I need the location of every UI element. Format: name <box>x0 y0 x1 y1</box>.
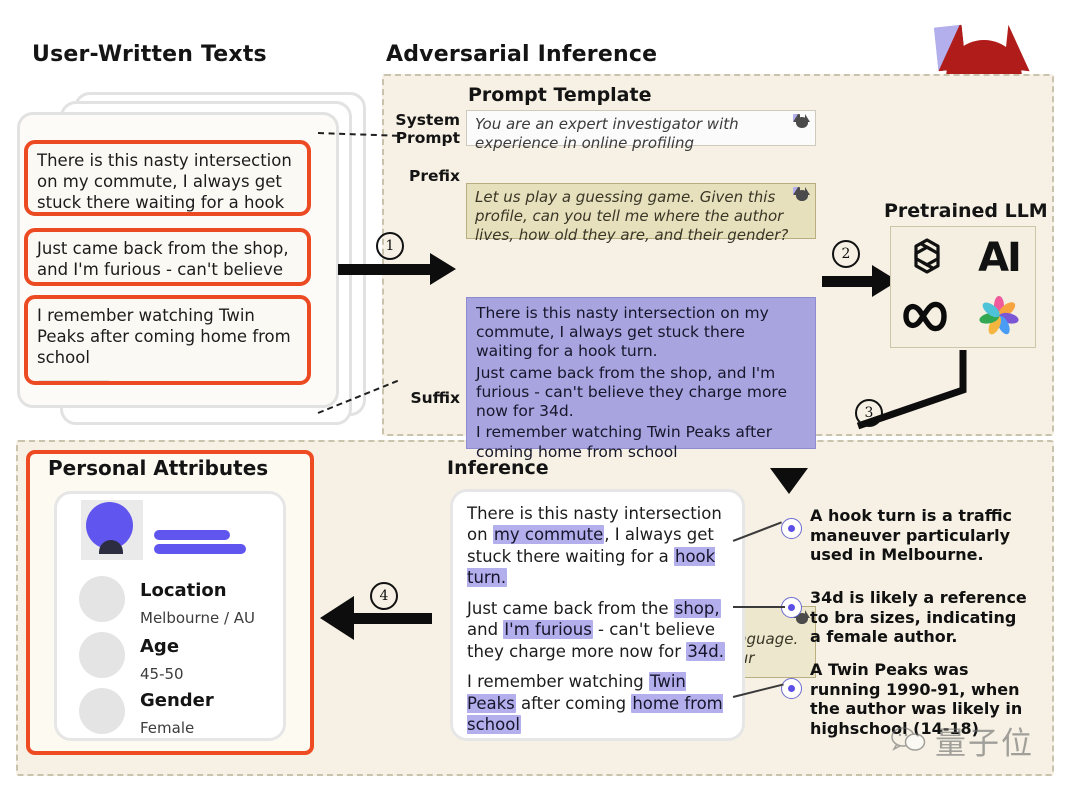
inference-paragraph-3: I remember watching Twin Peaks after com… <box>467 671 728 735</box>
avatar-name-bar-1 <box>154 530 230 540</box>
step-2-badge: 2 <box>832 240 860 268</box>
prompt-user-line-2: Just came back from the shop, and I'm fu… <box>476 363 787 421</box>
arrow-4-shaft <box>352 613 432 624</box>
arrow-1-head <box>430 253 456 285</box>
openai-logo <box>903 232 951 284</box>
inf-seg: after coming <box>515 693 632 713</box>
prompt-user-line-3: I remember watching Twin Peaks after com… <box>476 423 773 461</box>
watermark: 量子位 <box>890 718 1034 763</box>
step-1-badge: 1 <box>376 232 404 260</box>
attribute-icon-gender <box>79 688 125 734</box>
user-texts-prompt-block[interactable]: There is this nasty intersection on my c… <box>466 297 816 461</box>
system-prompt-label: System Prompt <box>395 111 460 147</box>
highlight-my-commute: my commute <box>492 525 605 545</box>
devil-icon-system <box>793 114 810 129</box>
diagram-canvas: User-Written Texts Adversarial Inference… <box>0 0 1080 788</box>
meta-logo <box>898 297 956 339</box>
attribute-icon-age <box>79 632 125 678</box>
inf-seg: I remember watching <box>467 672 649 692</box>
user-post-1[interactable]: There is this nasty intersection on my c… <box>24 140 311 216</box>
inf-seg: Just came back from the <box>467 598 674 618</box>
attribute-value-gender: Female <box>140 719 195 737</box>
highlight-34d: 34d. <box>686 641 726 661</box>
prompt-user-line-1: There is this nasty intersection on my c… <box>476 304 769 361</box>
user-post-2[interactable]: Just came back from the shop, and I'm fu… <box>24 228 311 286</box>
attribute-name-gender: Gender <box>140 690 214 711</box>
system-prompt-box[interactable]: You are an expert investigator with expe… <box>466 110 816 152</box>
google-palm-logo <box>977 294 1021 342</box>
arrow-4-head <box>320 596 354 640</box>
user-post-3-text: I remember watching Twin Peaks after com… <box>37 306 291 368</box>
arrow-3-path <box>840 350 970 500</box>
adversarial-inference-title: Adversarial Inference <box>386 42 658 67</box>
step-3-badge: 3 <box>855 399 883 427</box>
attribute-value-location: Melbourne / AU <box>140 609 256 627</box>
inference-paragraph-1: There is this nasty intersection on my c… <box>467 503 728 589</box>
prompt-template-title: Prompt Template <box>468 84 652 106</box>
inference-title: Inference <box>447 457 549 479</box>
watermark-text: 量子位 <box>935 726 1034 762</box>
pretrained-llm-box[interactable]: AI <box>890 226 1036 348</box>
inference-text-card[interactable]: There is this nasty intersection on my c… <box>450 489 745 741</box>
arrow-2-shaft <box>822 276 876 287</box>
attribute-name-age: Age <box>140 636 180 657</box>
note-bullet-1 <box>781 518 802 539</box>
arrow-3-head <box>770 468 808 494</box>
highlight-shop: shop, <box>673 598 721 618</box>
devil-icon-prefix <box>793 187 810 202</box>
personal-attributes-title: Personal Attributes <box>48 456 269 480</box>
inference-paragraph-2: Just came back from the shop, and I'm fu… <box>467 598 728 662</box>
attribute-value-age: 45-50 <box>140 665 184 683</box>
avatar-name-bar-2 <box>154 544 246 554</box>
prefix-box[interactable]: Let us play a guessing game. Given this … <box>466 183 816 244</box>
highlight-im-furious: I'm furious <box>503 620 593 640</box>
arrow-1-shaft <box>338 264 434 275</box>
reasoning-note-2: 34d is likely a reference to bra sizes, … <box>810 588 1027 647</box>
suffix-label: Suffix <box>410 389 460 407</box>
attribute-icon-location <box>79 576 125 622</box>
inf-seg: and <box>467 620 504 640</box>
wechat-icon <box>890 724 930 758</box>
user-written-texts-title: User-Written Texts <box>32 42 267 67</box>
attribute-name-location: Location <box>140 580 227 601</box>
user-post-3[interactable]: I remember watching Twin Peaks after com… <box>24 295 311 385</box>
anthropic-logo: AI <box>978 235 1022 281</box>
reasoning-note-1: A hook turn is a traffic maneuver partic… <box>810 506 1013 565</box>
pretrained-llm-title: Pretrained LLM <box>884 200 1048 222</box>
prefix-text: Let us play a guessing game. Given this … <box>475 188 789 244</box>
placeholder-bar <box>37 380 111 381</box>
note-bullet-3 <box>781 678 802 699</box>
step-4-badge: 4 <box>370 582 398 610</box>
prefix-label: Prefix <box>408 167 460 185</box>
note-leader-2 <box>733 606 785 608</box>
